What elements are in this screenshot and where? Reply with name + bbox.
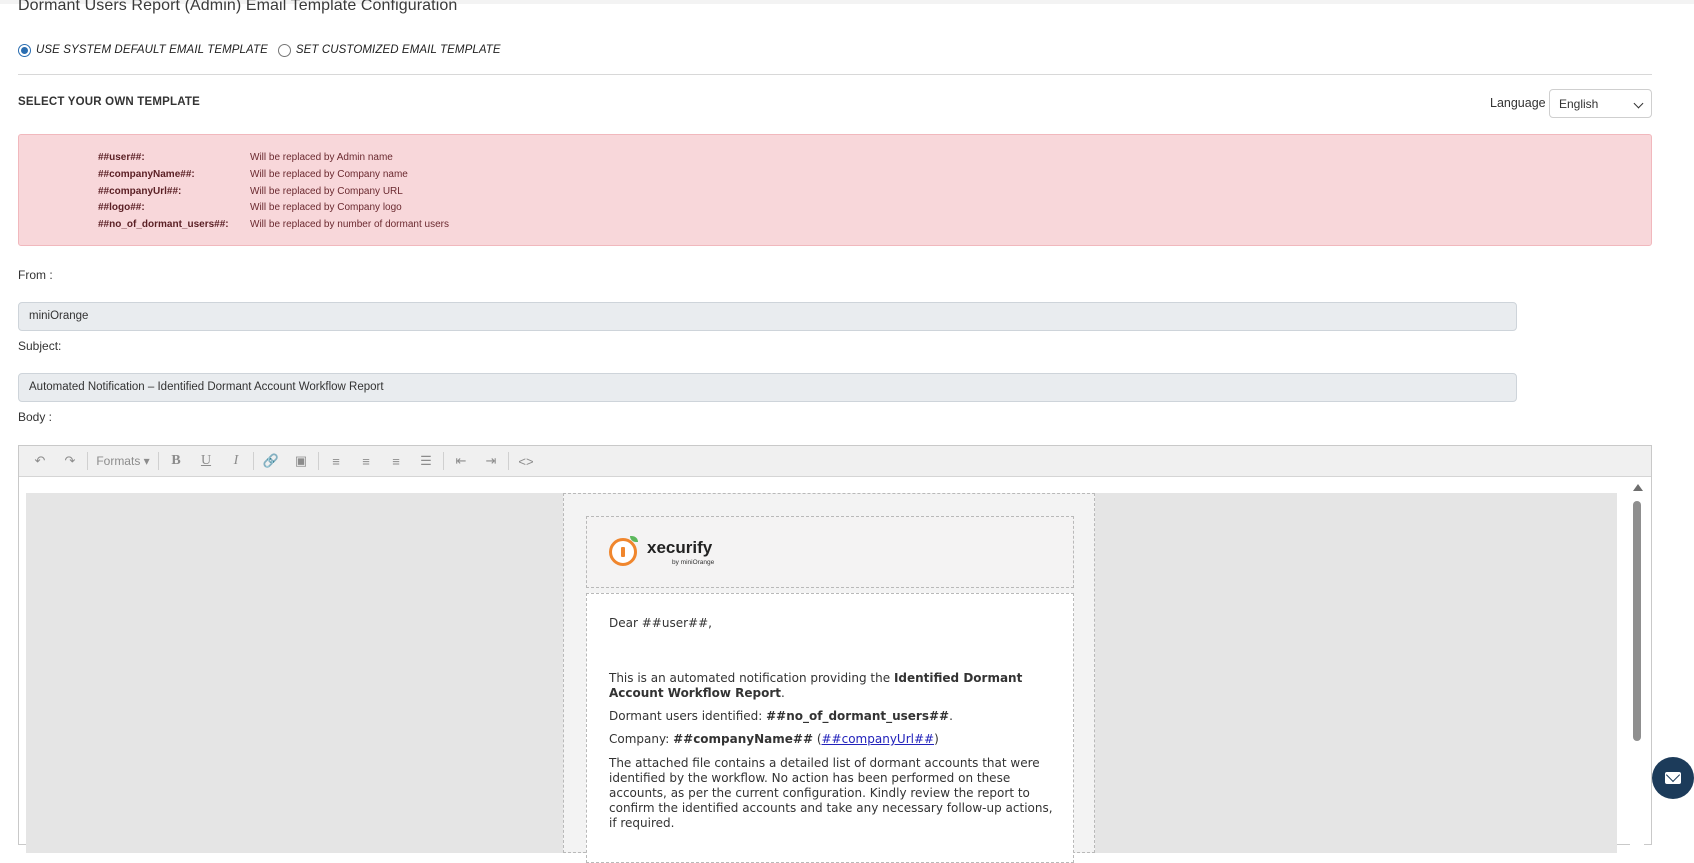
count-text: Dormant users identified: [609,709,767,723]
placeholder-row: ##user##: Will be replaced by Admin name [98,152,393,163]
language-select[interactable]: English [1549,89,1652,118]
bold-icon[interactable]: B [161,449,191,473]
toolbar-separator [253,452,254,470]
link-icon[interactable]: 🔗 [256,449,286,473]
email-paragraph: The attached file contains a detailed li… [609,756,1053,830]
email-count-line: Dormant users identified: ##no_of_dorman… [609,709,1059,724]
placeholder-key: ##user##: [98,152,145,163]
placeholder-row: ##companyUrl##: Will be replaced by Comp… [98,186,403,197]
outdent-icon[interactable]: ⇤ [446,449,476,473]
default-template-label[interactable]: USE SYSTEM DEFAULT EMAIL TEMPLATE [36,44,268,56]
email-intro: This is an automated notification provid… [609,671,1059,701]
language-value: English [1559,97,1599,111]
toolbar-separator [87,452,88,470]
align-center-icon[interactable]: ≡ [351,449,381,473]
placeholder-row: ##logo##: Will be replaced by Company lo… [98,202,402,213]
mail-icon [1665,772,1681,784]
email-container: xecurify by miniOrange Dear ##user##, Th… [563,493,1095,863]
count-bold: ##no_of_dormant_users## [766,709,950,723]
align-right-icon[interactable]: ≡ [381,449,411,473]
formats-dropdown[interactable]: Formats ▾ [90,454,156,468]
redo-icon[interactable]: ↷ [55,449,85,473]
editor-toolbar: ↶ ↷ Formats ▾ B U I 🔗 ▣ ≡ ≡ ≡ ☰ ⇤ ⇥ <> [19,446,1651,477]
email-header: xecurify by miniOrange [586,516,1074,588]
default-template-radio[interactable] [18,43,31,57]
company-url-link[interactable]: ##companyUrl## [822,732,935,746]
placeholder-row: ##companyName##: Will be replaced by Com… [98,169,408,180]
intro-end: . [780,686,785,700]
subject-label: Subject: [18,339,62,353]
section-title: SELECT YOUR OWN TEMPLATE [18,96,200,108]
template-mode-group: USE SYSTEM DEFAULT EMAIL TEMPLATE SET CU… [18,40,511,60]
email-company-line: Company: ##companyName## (##companyUrl##… [609,732,939,746]
email-greeting: Dear ##user##, [609,616,712,630]
toolbar-separator [158,452,159,470]
count-end: . [949,709,953,723]
placeholder-key: ##logo##: [98,202,145,213]
italic-icon[interactable]: I [221,449,251,473]
body-editor: ↶ ↷ Formats ▾ B U I 🔗 ▣ ≡ ≡ ≡ ☰ ⇤ ⇥ <> x… [18,445,1652,863]
toolbar-separator [443,452,444,470]
company-bold: ##companyName## [673,732,813,746]
company-text: Company: [609,732,674,746]
image-icon[interactable]: ▣ [286,449,316,473]
placeholder-desc: Will be replaced by Company name [250,169,408,180]
custom-template-label[interactable]: SET CUSTOMIZED EMAIL TEMPLATE [296,44,501,56]
placeholder-info-box: ##user##: Will be replaced by Admin name… [18,134,1652,246]
indent-icon[interactable]: ⇥ [476,449,506,473]
page-title: Dormant Users Report (Admin) Email Templ… [18,0,458,14]
logo-subtext: by miniOrange [672,559,715,566]
xecurify-logo-icon [609,538,637,566]
undo-icon[interactable]: ↶ [25,449,55,473]
from-field[interactable]: miniOrange [18,302,1517,331]
source-code-icon[interactable]: <> [511,449,541,473]
placeholder-key: ##companyName##: [98,169,195,180]
placeholder-row: ##no_of_dormant_users##: Will be replace… [98,219,449,230]
placeholder-key: ##companyUrl##: [98,186,182,197]
placeholder-desc: Will be replaced by Admin name [250,152,393,163]
editor-scrollbar[interactable] [1630,479,1644,849]
from-label: From : [18,268,53,282]
scroll-thumb[interactable] [1633,501,1641,741]
language-label: Language [1490,96,1546,110]
placeholder-desc: Will be replaced by number of dormant us… [250,219,449,230]
logo-text: xecurify [647,538,713,557]
placeholder-desc: Will be replaced by Company logo [250,202,402,213]
chat-support-button[interactable] [1652,757,1694,799]
divider [18,74,1652,75]
align-justify-icon[interactable]: ☰ [411,449,441,473]
intro-text: This is an automated notification provid… [609,671,894,685]
formats-label: Formats [96,454,141,468]
custom-template-radio[interactable] [277,43,291,57]
underline-icon[interactable]: U [191,449,221,473]
toolbar-separator [508,452,509,470]
editor-canvas[interactable]: xecurify by miniOrange Dear ##user##, Th… [26,493,1617,863]
email-body: Dear ##user##, This is an automated noti… [586,593,1074,863]
toolbar-separator [318,452,319,470]
placeholder-desc: Will be replaced by Company URL [250,186,403,197]
scroll-up-icon[interactable] [1633,484,1643,491]
subject-field[interactable]: Automated Notification – Identified Dorm… [18,373,1517,402]
body-label: Body : [18,410,53,424]
chevron-down-icon [1633,98,1644,109]
placeholder-key: ##no_of_dormant_users##: [98,219,229,230]
align-left-icon[interactable]: ≡ [321,449,351,473]
